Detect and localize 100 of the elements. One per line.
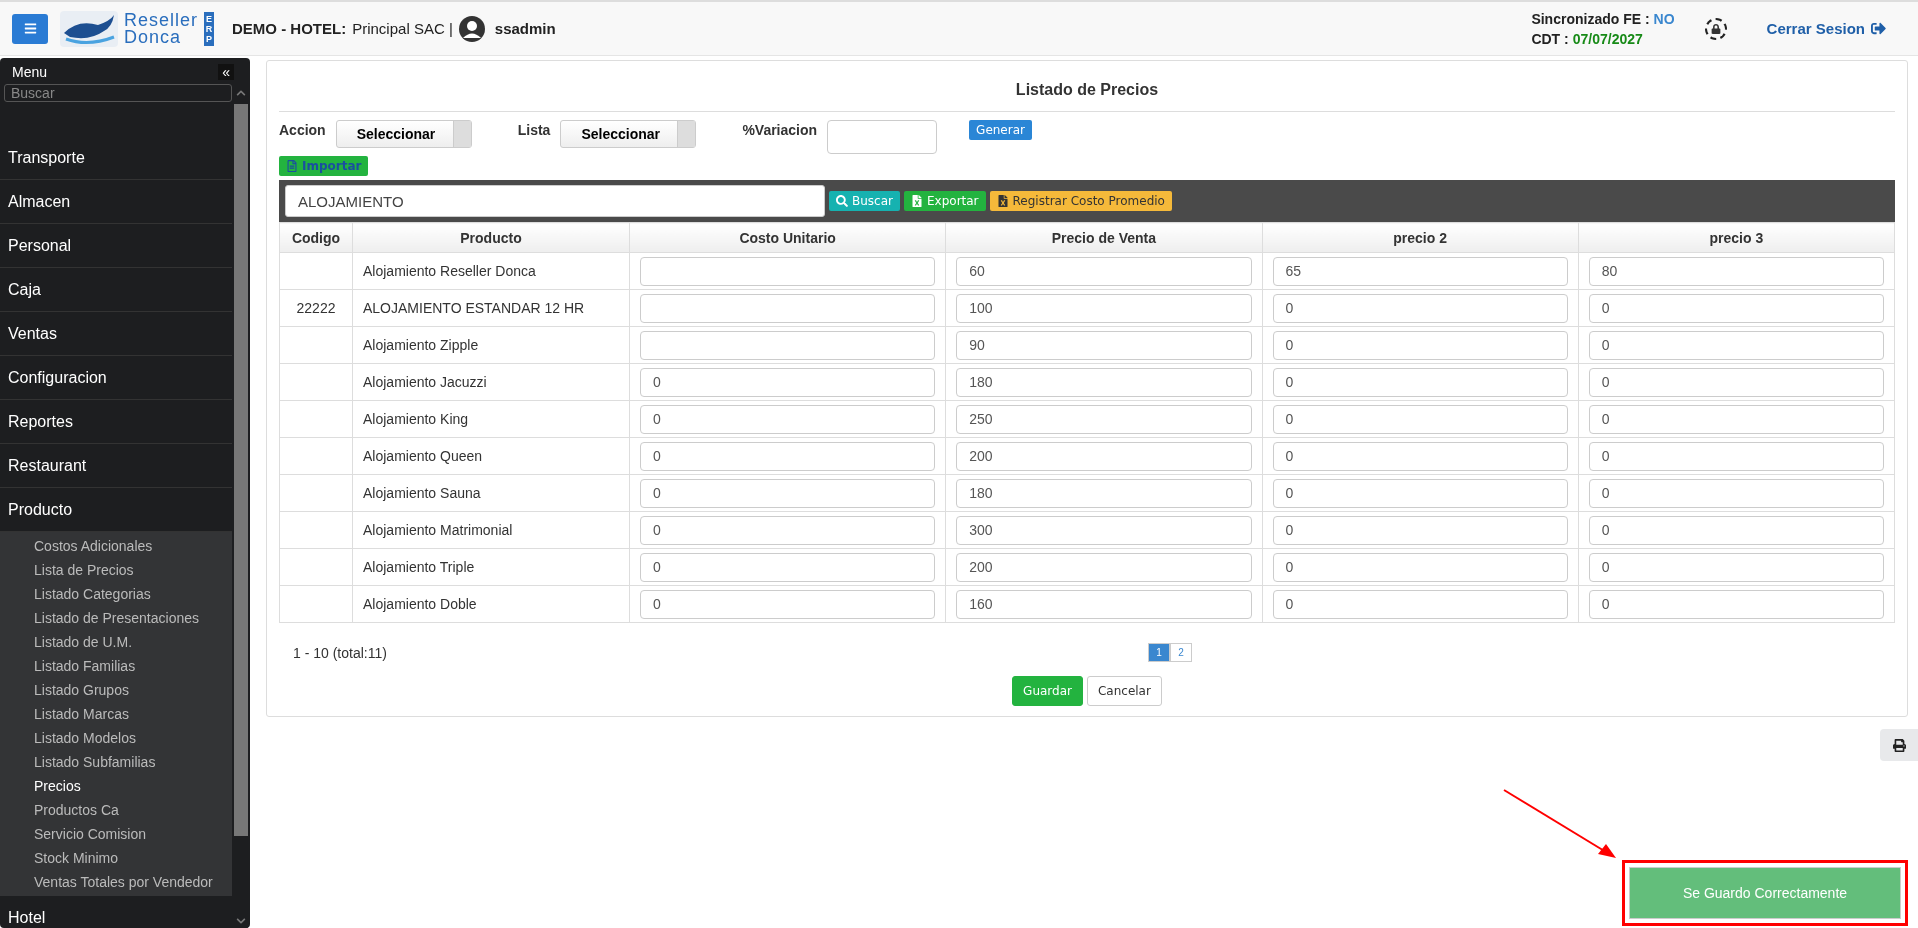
menu-icon bbox=[23, 22, 37, 35]
price-input[interactable]: 0 bbox=[640, 441, 936, 471]
price-input[interactable]: 0 bbox=[1272, 589, 1568, 619]
chevron-down-icon[interactable] bbox=[236, 916, 246, 926]
cdt-value: 07/07/2027 bbox=[1572, 30, 1643, 47]
price-input[interactable]: 180 bbox=[956, 367, 1252, 397]
price-input[interactable] bbox=[640, 293, 936, 323]
sync-label: Sincronizado FE : bbox=[1531, 10, 1650, 27]
submenu-item[interactable]: Listado de U.M. bbox=[0, 630, 232, 654]
price-input[interactable]: 200 bbox=[956, 441, 1252, 471]
table-cell: Alojamiento Reseller Donca bbox=[352, 252, 630, 290]
price-input[interactable]: 0 bbox=[1272, 404, 1568, 434]
accion-select[interactable]: Seleccionar bbox=[335, 120, 472, 148]
page-button[interactable]: 1 bbox=[1148, 643, 1170, 662]
menu-item[interactable]: Personal bbox=[0, 224, 232, 268]
price-input[interactable]: 90 bbox=[956, 330, 1252, 360]
menu-item[interactable]: Hotel bbox=[0, 896, 232, 928]
price-input[interactable]: 250 bbox=[956, 404, 1252, 434]
price-input[interactable]: 0 bbox=[1272, 552, 1568, 582]
submenu-item[interactable]: Listado Modelos bbox=[0, 726, 232, 750]
submenu-item[interactable]: Servicio Comision bbox=[0, 822, 232, 846]
price-input[interactable]: 0 bbox=[1588, 330, 1884, 360]
whale-logo-icon bbox=[60, 10, 118, 47]
price-input[interactable]: 0 bbox=[1272, 478, 1568, 508]
price-input[interactable]: 200 bbox=[956, 552, 1252, 582]
price-input[interactable]: 0 bbox=[1588, 441, 1884, 471]
table-cell: Alojamiento Doble bbox=[352, 585, 630, 623]
menu-item[interactable]: Ventas bbox=[0, 312, 232, 356]
price-input[interactable]: 180 bbox=[956, 478, 1252, 508]
price-input[interactable] bbox=[640, 256, 936, 286]
submenu-item[interactable]: Listado de Presentaciones bbox=[0, 606, 232, 630]
price-input[interactable]: 300 bbox=[956, 515, 1252, 545]
print-button[interactable] bbox=[1880, 729, 1918, 761]
menu-item[interactable]: Restaurant bbox=[0, 444, 232, 488]
table-cell: Alojamiento Triple bbox=[352, 548, 630, 586]
submenu-item[interactable]: Listado Categorias bbox=[0, 582, 232, 606]
price-input[interactable]: 0 bbox=[1588, 478, 1884, 508]
lock-sync-icon[interactable] bbox=[1704, 17, 1727, 40]
generar-button[interactable]: Generar bbox=[969, 120, 1032, 140]
menu-item[interactable]: Almacen bbox=[0, 180, 232, 224]
search-icon bbox=[836, 195, 848, 207]
menu-search-field[interactable]: Buscar bbox=[4, 84, 232, 102]
price-input[interactable]: 0 bbox=[1588, 404, 1884, 434]
page-button[interactable]: 2 bbox=[1170, 643, 1192, 662]
price-input[interactable]: 80 bbox=[1588, 256, 1884, 286]
submenu-item[interactable]: Listado Marcas bbox=[0, 702, 232, 726]
price-input[interactable]: 60 bbox=[956, 256, 1252, 286]
menu-button[interactable] bbox=[12, 13, 48, 44]
price-input[interactable]: 0 bbox=[1272, 441, 1568, 471]
menu-item[interactable]: Configuracion bbox=[0, 356, 232, 400]
table-cell: ALOJAMIENTO ESTANDAR 12 HR bbox=[352, 289, 630, 327]
pagination-range: 1 - 10 (total:11) bbox=[293, 644, 388, 661]
submenu-item[interactable]: Precios bbox=[0, 774, 232, 798]
price-input[interactable]: 160 bbox=[956, 589, 1252, 619]
spreadsheet-file-icon bbox=[911, 195, 923, 207]
price-input[interactable]: 0 bbox=[1272, 293, 1568, 323]
lista-select[interactable]: Seleccionar bbox=[560, 120, 697, 148]
submenu-item[interactable]: Listado Familias bbox=[0, 654, 232, 678]
submenu-item[interactable]: Lista de Precios bbox=[0, 558, 232, 582]
chevron-up-icon[interactable] bbox=[236, 88, 246, 98]
registrar-button[interactable]: Registrar Costo Promedio bbox=[989, 191, 1172, 211]
price-input[interactable]: 0 bbox=[1272, 367, 1568, 397]
price-input[interactable] bbox=[640, 330, 936, 360]
price-input[interactable]: 100 bbox=[956, 293, 1252, 323]
price-input[interactable]: 0 bbox=[640, 515, 936, 545]
accion-label: Accion bbox=[279, 122, 326, 138]
submenu-item[interactable]: Listado Subfamilias bbox=[0, 750, 232, 774]
price-input[interactable]: 0 bbox=[1588, 552, 1884, 582]
table-cell: Alojamiento Jacuzzi bbox=[352, 363, 630, 401]
cancelar-button[interactable]: Cancelar bbox=[1086, 676, 1162, 706]
file-icon bbox=[286, 160, 298, 172]
print-icon bbox=[1892, 738, 1906, 752]
price-input[interactable]: 0 bbox=[1588, 515, 1884, 545]
price-input[interactable]: 65 bbox=[1272, 256, 1568, 286]
price-input[interactable]: 0 bbox=[640, 589, 936, 619]
scrollbar[interactable] bbox=[234, 88, 248, 928]
submenu-item[interactable]: Listado Grupos bbox=[0, 678, 232, 702]
price-input[interactable]: 0 bbox=[640, 404, 936, 434]
variacion-field[interactable] bbox=[827, 120, 938, 154]
price-input[interactable]: 0 bbox=[1588, 367, 1884, 397]
price-input[interactable]: 0 bbox=[1588, 589, 1884, 619]
menu-item[interactable]: Transporte bbox=[0, 136, 232, 180]
user-name: ssadmin bbox=[494, 20, 556, 37]
price-input[interactable]: 0 bbox=[640, 367, 936, 397]
submenu-item[interactable]: Costos Adicionales bbox=[0, 534, 232, 558]
submenu-item[interactable]: Stock Minimo bbox=[0, 846, 232, 870]
product-search-field[interactable]: ALOJAMIENTO bbox=[285, 185, 825, 217]
submenu-item[interactable]: Productos Ca bbox=[0, 798, 232, 822]
price-input[interactable]: 0 bbox=[1272, 330, 1568, 360]
menu-item[interactable]: Caja bbox=[0, 268, 232, 312]
price-input[interactable]: 0 bbox=[1588, 293, 1884, 323]
collapse-button[interactable]: « bbox=[218, 64, 234, 80]
menu-item[interactable]: Reportes bbox=[0, 400, 232, 444]
panel-title: Listado de Precios bbox=[279, 81, 1895, 112]
price-input[interactable]: 0 bbox=[1272, 515, 1568, 545]
price-input[interactable]: 0 bbox=[640, 478, 936, 508]
submenu-item[interactable]: Ventas Totales por Vendedor bbox=[0, 870, 232, 894]
price-input[interactable]: 0 bbox=[640, 552, 936, 582]
logout-link[interactable]: Cerrar Sesion bbox=[1766, 20, 1886, 37]
column-header: precio 2 bbox=[1262, 222, 1579, 253]
